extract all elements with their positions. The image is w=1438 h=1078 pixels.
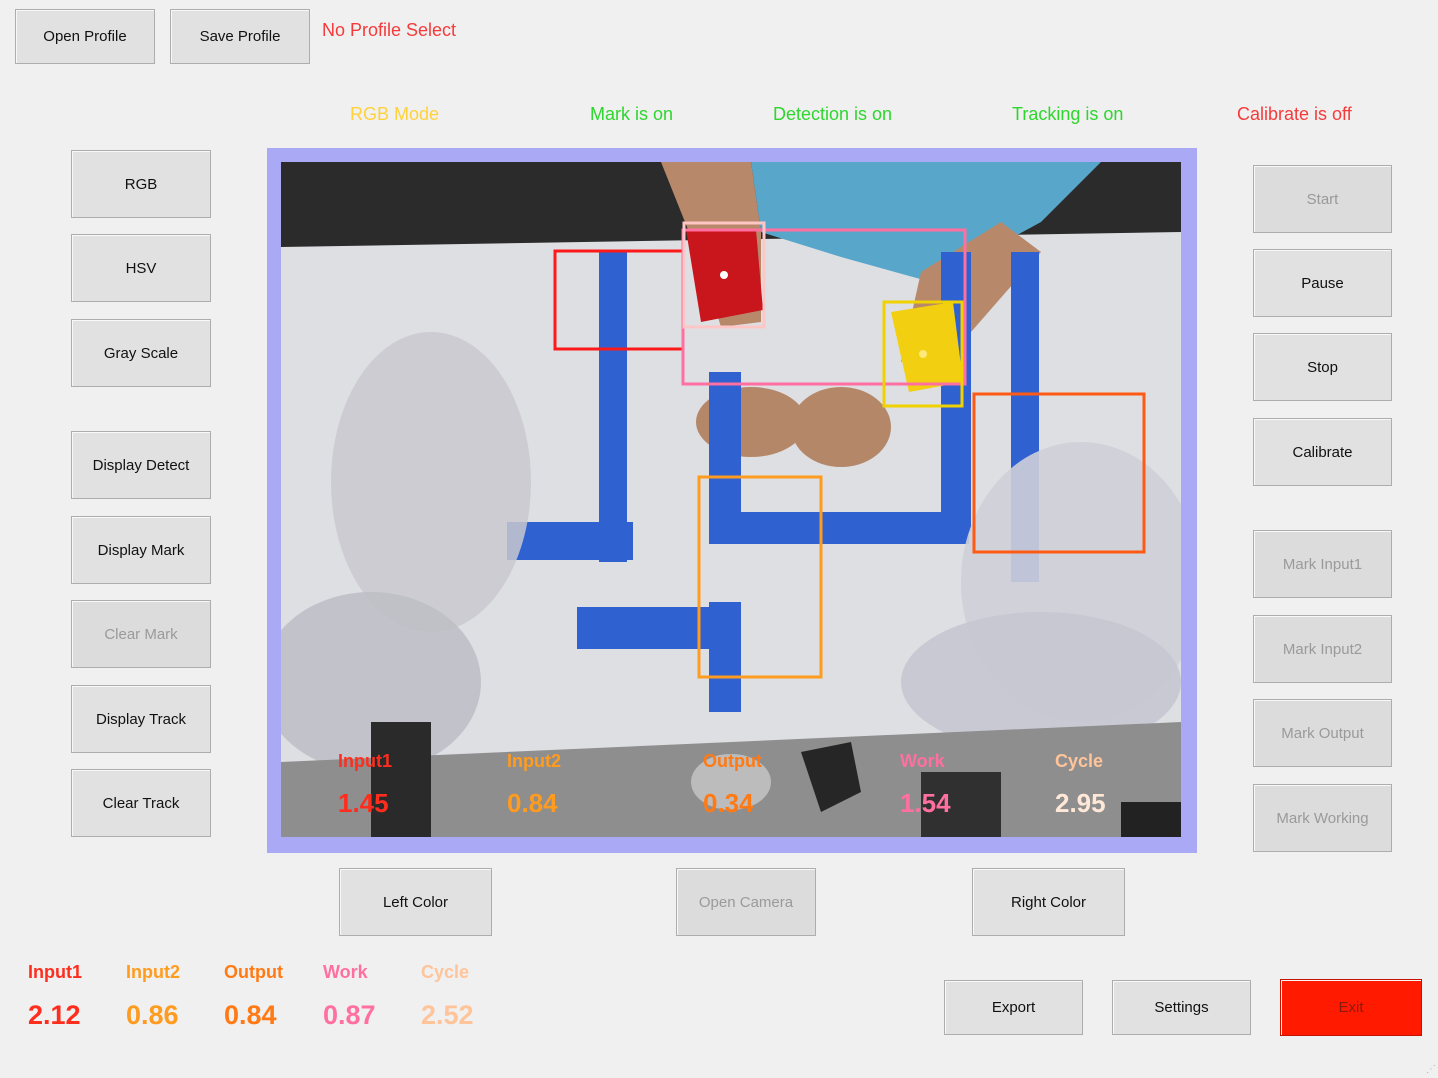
tracking-status: Tracking is on <box>1012 104 1124 124</box>
stat-output-label: Output <box>224 962 283 982</box>
display-detect-button[interactable]: Display Detect <box>71 431 211 499</box>
mark-input1-button[interactable]: Mark Input1 <box>1253 530 1392 598</box>
left-color-button[interactable]: Left Color <box>339 868 492 936</box>
rgb-button[interactable]: RGB <box>71 150 211 218</box>
overlay-work-value: 1.54 <box>900 788 951 818</box>
start-button[interactable]: Start <box>1253 165 1392 233</box>
resize-grip-icon[interactable]: ⋰ <box>1424 1064 1436 1076</box>
overlay-input2-label: Input2 <box>507 751 561 771</box>
stat-input2-label: Input2 <box>126 962 180 982</box>
stat-work-value: 0.87 <box>323 1000 376 1030</box>
clear-mark-button[interactable]: Clear Mark <box>71 600 211 668</box>
overlay-input2-value: 0.84 <box>507 788 558 818</box>
open-camera-button[interactable]: Open Camera <box>676 868 816 936</box>
export-button[interactable]: Export <box>944 980 1083 1035</box>
stat-input2-value: 0.86 <box>126 1000 179 1030</box>
overlay-input1-label: Input1 <box>338 751 392 771</box>
open-profile-button[interactable]: Open Profile <box>15 9 155 64</box>
stop-button[interactable]: Stop <box>1253 333 1392 401</box>
overlay-output-label: Output <box>703 751 762 771</box>
mark-status: Mark is on <box>590 104 674 124</box>
pause-button[interactable]: Pause <box>1253 249 1392 317</box>
gray-scale-button[interactable]: Gray Scale <box>71 319 211 387</box>
display-mark-button[interactable]: Display Mark <box>71 516 211 584</box>
camera-image <box>281 162 1181 837</box>
save-profile-button[interactable]: Save Profile <box>170 9 310 64</box>
exit-button[interactable]: Exit <box>1280 979 1422 1036</box>
calibrate-button[interactable]: Calibrate <box>1253 418 1392 486</box>
mark-working-button[interactable]: Mark Working <box>1253 784 1392 852</box>
overlay-input1-value: 1.45 <box>338 788 389 818</box>
camera-feed <box>281 162 1181 837</box>
overlay-cycle-label: Cycle <box>1055 751 1104 771</box>
mode-status: RGB Mode <box>350 104 440 124</box>
mark-output-button[interactable]: Mark Output <box>1253 699 1392 767</box>
hsv-button[interactable]: HSV <box>71 234 211 302</box>
display-track-button[interactable]: Display Track <box>71 685 211 753</box>
stat-cycle-value: 2.52 <box>421 1000 474 1030</box>
stat-cycle-label: Cycle <box>421 962 470 982</box>
mark-input2-button[interactable]: Mark Input2 <box>1253 615 1392 683</box>
detection-status: Detection is on <box>773 104 893 124</box>
stat-output-value: 0.84 <box>224 1000 277 1030</box>
calibrate-status: Calibrate is off <box>1237 104 1352 124</box>
profile-status: No Profile Select <box>322 20 457 40</box>
stat-input1-label: Input1 <box>28 962 82 982</box>
right-color-button[interactable]: Right Color <box>972 868 1125 936</box>
overlay-work-label: Work <box>900 751 945 771</box>
stat-input1-value: 2.12 <box>28 1000 81 1030</box>
overlay-output-value: 0.34 <box>703 788 754 818</box>
settings-button[interactable]: Settings <box>1112 980 1251 1035</box>
overlay-cycle-value: 2.95 <box>1055 788 1106 818</box>
stat-work-label: Work <box>323 962 368 982</box>
clear-track-button[interactable]: Clear Track <box>71 769 211 837</box>
